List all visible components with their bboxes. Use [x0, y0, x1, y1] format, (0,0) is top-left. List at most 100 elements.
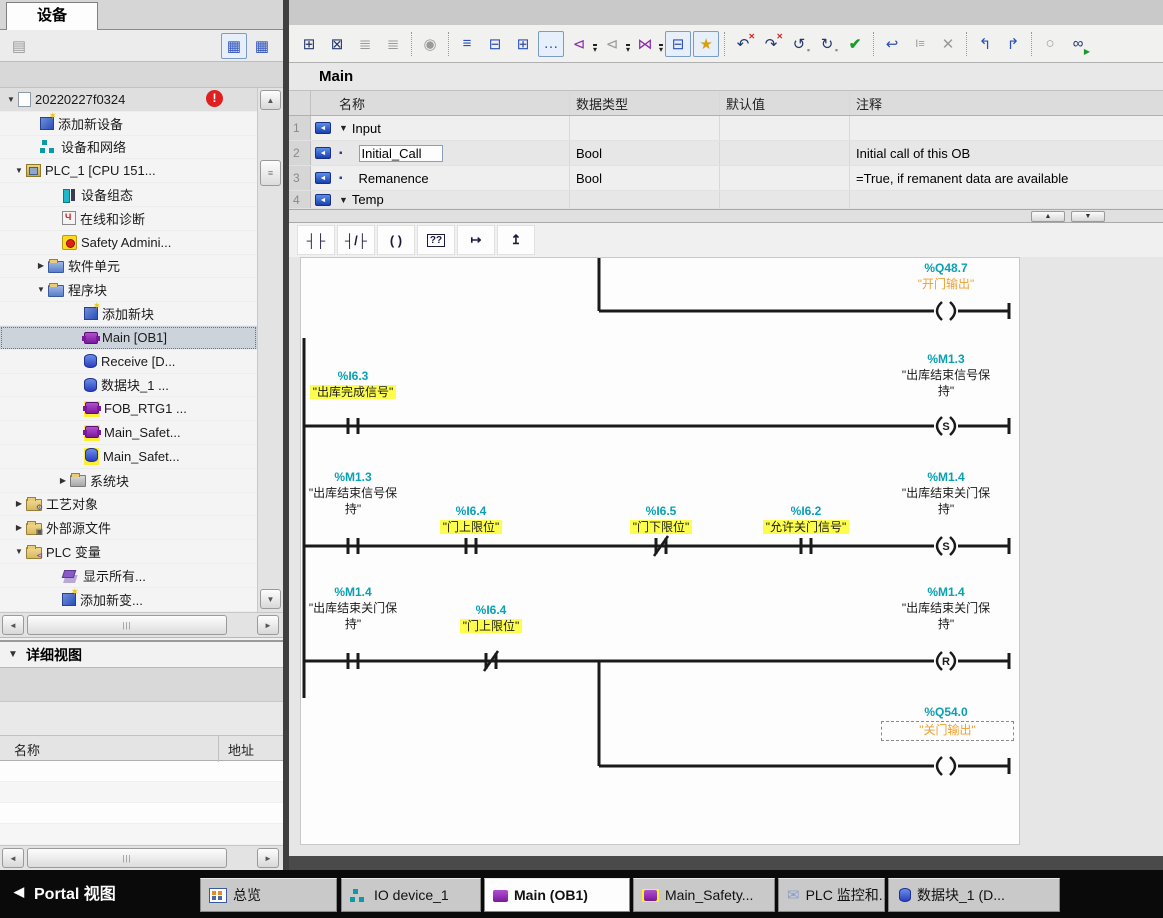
operand-name[interactable]: "出库结束关门保持" [899, 600, 993, 632]
expander-icon[interactable]: ▼ [34, 285, 48, 294]
free-placement-icon[interactable]: ◉ [417, 31, 443, 57]
splitter-down-icon[interactable]: ▼ [1071, 211, 1105, 222]
taskbar-main-ob1-button[interactable]: Main (OB1) [484, 878, 630, 912]
insert-network-icon[interactable]: ⊞ [296, 31, 322, 57]
tree-item-technology-objects[interactable]: ▶ ⚙ 工艺对象 [0, 493, 257, 517]
sync-view-icon[interactable]: I≡ [907, 31, 933, 57]
next-bookmark-icon[interactable]: ↱ [1000, 31, 1026, 57]
tree-item-fob-rtg1[interactable]: FOB_RTG1 ... [0, 397, 257, 421]
scroll-left-icon[interactable]: ◄ [2, 848, 24, 868]
expander-icon[interactable]: ▼ [12, 166, 26, 175]
scroll-up-icon[interactable]: ▲ [260, 90, 281, 110]
insert-row-icon[interactable]: ≣ [352, 31, 378, 57]
monitoring-icon[interactable]: ∞ [1065, 31, 1091, 57]
goto-definition-icon[interactable]: ↩ [879, 31, 905, 57]
operand-name[interactable]: "出库结束关门保持" [899, 485, 993, 517]
expander-icon[interactable]: ▼ [12, 547, 26, 556]
scrollbar-thumb[interactable]: ||| [27, 615, 227, 635]
expander-icon[interactable]: ▼ [339, 195, 348, 205]
tree-item-device-config[interactable]: 设备组态 [0, 183, 257, 207]
show-symbols-icon[interactable]: ⋈ [632, 31, 658, 57]
previous-bookmark-icon[interactable]: ↰ [972, 31, 998, 57]
operand-address[interactable]: %I6.4 [419, 503, 523, 519]
expander-icon[interactable]: ▶ [34, 261, 48, 270]
taskbar-overview-button[interactable]: 总览 [200, 878, 337, 912]
clear-setpoints-icon[interactable]: ✕ [935, 31, 961, 57]
tree-item-system-blocks[interactable]: ▶ 系统块 [0, 469, 257, 493]
tree-item-main-safety-db[interactable]: Main_Safet... [0, 445, 257, 469]
nc-contact-icon[interactable]: ┤/├ [337, 225, 375, 255]
portal-view-button[interactable]: ◀ Portal 视图 [14, 880, 116, 904]
tree-item-plc1[interactable]: ▼ PLC_1 [CPU 151... ⌗ [0, 159, 257, 183]
tree-item-main-safety-ob[interactable]: Main_Safet... [0, 421, 257, 445]
tree-item-add-tag-table[interactable]: 添加新变... [0, 588, 257, 612]
toggle-comments-icon[interactable]: … [538, 31, 564, 57]
expand-networks-icon[interactable]: ⊞ [510, 31, 536, 57]
expander-icon[interactable]: ▶ [56, 476, 70, 485]
tree-item-online-diagnostics[interactable]: 在线和诊断 [0, 207, 257, 231]
operand-name[interactable]: "出库结束信号保持" [899, 367, 993, 399]
tree-item-receive-db[interactable]: Receive [D... [0, 350, 257, 374]
taskbar-main-safety-button[interactable]: Main_Safety... [633, 878, 775, 912]
table-editor-splitter[interactable]: ▲ ▼ [289, 209, 1163, 223]
view-toggle-icon[interactable]: ▦ [221, 33, 247, 59]
operand-address[interactable]: %I6.3 [301, 368, 405, 384]
col-datatype[interactable]: 数据类型 [569, 91, 719, 115]
tree-item-add-device[interactable]: 添加新设备 [0, 112, 257, 136]
operand-address[interactable]: %Q48.7 [886, 260, 1006, 276]
operand-address[interactable]: %M1.4 [301, 584, 405, 600]
show-operands-icon[interactable]: ⊲ [566, 31, 592, 57]
operand-address[interactable]: %I6.5 [609, 503, 713, 519]
detail-horizontal-scrollbar[interactable]: ◄ ||| ► [0, 845, 283, 871]
col-name[interactable]: 名称 [335, 91, 569, 115]
interface-row-input[interactable]: 1 ◄ ▼Input [289, 116, 1163, 141]
close-branch-icon[interactable]: ↥ [497, 225, 535, 255]
no-contact-icon[interactable]: ┤├ [297, 225, 335, 255]
operand-address[interactable]: %I6.2 [754, 503, 858, 519]
scrollbar-thumb[interactable]: ≡ [260, 160, 281, 186]
selected-operand-name[interactable]: "关门输出" [881, 721, 1014, 741]
undo-icon[interactable]: ↶ [730, 31, 756, 57]
interface-row-remanence[interactable]: 3 ◄ ▪Remanence Bool =True, if remanent d… [289, 166, 1163, 191]
operand-address[interactable]: %M1.3 [886, 351, 1006, 367]
operand-address[interactable]: %M1.3 [301, 469, 405, 485]
coil-icon[interactable]: ( ) [377, 225, 415, 255]
taskbar-io-device-button[interactable]: IO device_1 [341, 878, 481, 912]
expander-icon[interactable]: ▶ [12, 523, 26, 532]
operand-address[interactable]: %M1.4 [886, 469, 1006, 485]
scroll-down-icon[interactable]: ▼ [260, 589, 281, 609]
taskbar-datablock-button[interactable]: 数据块_1 (D... [888, 878, 1060, 912]
open-branch-icon[interactable]: ↦ [457, 225, 495, 255]
search-icon[interactable]: ○ [1037, 31, 1063, 57]
device-filter-icon[interactable]: ▤ [6, 33, 32, 59]
scroll-left-icon[interactable]: ◄ [2, 615, 24, 635]
expander-icon[interactable]: ▼ [4, 95, 18, 104]
delete-network-icon[interactable]: ⊠ [324, 31, 350, 57]
collapse-networks-icon[interactable]: ⊟ [482, 31, 508, 57]
ladder-network-canvas[interactable]: S S R %Q48.7 "开门输出" %I6.3 "出库完成信号" %M1.3… [300, 257, 1020, 845]
taskbar-plc-monitor-button[interactable]: ✉ PLC 监控和... [778, 878, 885, 912]
export-table-icon[interactable]: ▦ [249, 33, 275, 59]
network-sequence-icon[interactable]: ⊟ [665, 31, 691, 57]
interface-row-temp[interactable]: 4 ◄ ▼Temp [289, 191, 1163, 209]
splitter-up-icon[interactable]: ▲ [1031, 211, 1065, 222]
favorites-icon[interactable]: ★ [693, 31, 719, 57]
operand-name[interactable]: "门上限位" [421, 618, 561, 634]
show-comment-icon[interactable]: ⊲ [599, 31, 625, 57]
operand-name[interactable]: "出库结束关门保持" [306, 600, 400, 632]
insert-row-after-icon[interactable]: ≣ [380, 31, 406, 57]
tree-vertical-scrollbar[interactable]: ▲ ≡ ▼ [257, 88, 283, 612]
tree-item-project[interactable]: ▼ 20220227f0324 ! [0, 88, 257, 112]
tree-item-main-ob1[interactable]: Main [OB1] [0, 326, 257, 350]
tree-item-devices-networks[interactable]: 设备和网络 [0, 136, 257, 160]
operand-address[interactable]: %M1.4 [886, 584, 1006, 600]
operand-name[interactable]: "出库完成信号" [300, 384, 425, 400]
tree-horizontal-scrollbar[interactable]: ◄ ||| ► [0, 612, 283, 638]
operand-name[interactable]: "出库结束信号保持" [306, 485, 400, 517]
tree-item-add-block[interactable]: 添加新块 [0, 302, 257, 326]
expander-icon[interactable]: ▼ [339, 123, 348, 133]
operand-name[interactable]: "门下限位" [591, 519, 731, 535]
detail-view-header[interactable]: ▼ 详细视图 [0, 642, 283, 668]
tree-item-program-blocks[interactable]: ▼ 程序块 [0, 278, 257, 302]
tree-item-safety-admin[interactable]: Safety Admini... [0, 231, 257, 255]
